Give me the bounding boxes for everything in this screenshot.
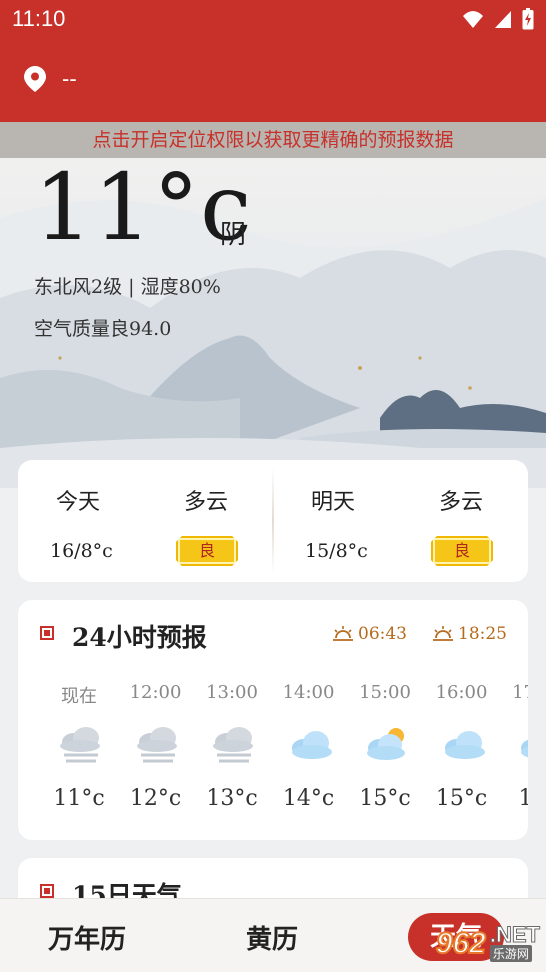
two-day-forecast-card[interactable]: 今天 多云 16/8°c 良 明天 多云 15/8°c 良 xyxy=(18,460,528,582)
watermark-sub: 乐游网 xyxy=(489,945,532,962)
hour-label: 16:00 xyxy=(435,682,488,703)
hour-item[interactable]: 17:00 15° xyxy=(495,682,528,832)
hour-label: 15:00 xyxy=(359,682,411,703)
day-today[interactable]: 今天 多云 16/8°c 良 xyxy=(18,460,273,582)
status-icons xyxy=(462,8,534,30)
sunrise: 06:43 xyxy=(332,624,407,644)
hour-item[interactable]: 14:00 14°c xyxy=(266,682,342,832)
overcast-icon xyxy=(209,724,259,766)
hour-item[interactable]: 13:00 13°c xyxy=(189,682,265,832)
day-tomorrow[interactable]: 明天 多云 15/8°c 良 xyxy=(273,460,528,582)
site-watermark: 962 .NET 乐游网 xyxy=(435,922,541,962)
sunset-time: 18:25 xyxy=(458,624,507,644)
day-weather: 多云 xyxy=(184,490,229,515)
current-weather-hero: 11°c 阴 东北风2级 | 湿度80% 空气质量良94.0 xyxy=(0,158,546,488)
bottom-tab-bar: 万年历 黄历 天气 962 .NET 乐游网 xyxy=(0,898,546,972)
day-temp-range: 15/8°c xyxy=(305,540,368,562)
signal-icon xyxy=(495,11,511,28)
hour-item[interactable]: 12:00 12°c xyxy=(113,682,189,832)
hour-label: 14:00 xyxy=(282,682,335,703)
aqi-badge: 良 xyxy=(431,536,493,566)
location-pin-icon[interactable] xyxy=(24,66,46,92)
overcast-icon xyxy=(56,724,106,766)
app-bar: -- xyxy=(0,40,546,122)
hour-item[interactable]: 现在 11°c xyxy=(36,682,112,832)
day-weather: 多云 xyxy=(439,490,484,515)
battery-icon xyxy=(522,8,534,30)
day-temp-range: 16/8°c xyxy=(50,540,113,562)
hour-temp: 14°c xyxy=(282,786,335,811)
air-quality: 空气质量良94.0 xyxy=(34,318,172,340)
hour-temp: 15° xyxy=(518,786,529,811)
status-bar: 11:10 xyxy=(0,0,546,40)
hour-label: 17:00 xyxy=(512,682,528,703)
section-marker-icon xyxy=(40,626,54,640)
cloudy-icon xyxy=(439,724,489,766)
hour-item[interactable]: 15:00 15°c xyxy=(342,682,418,832)
wind-humidity: 东北风2级 | 湿度80% xyxy=(34,276,221,298)
partly-cloudy-icon xyxy=(362,724,412,766)
cloudy-icon xyxy=(286,724,336,766)
hour-item[interactable]: 16:00 15°c xyxy=(419,682,495,832)
location-permission-notice[interactable]: 点击开启定位权限以获取更精确的预报数据 xyxy=(0,122,546,158)
wifi-icon xyxy=(463,11,483,28)
hourly-title: 24小时预报 xyxy=(72,623,207,652)
sunset-icon xyxy=(433,626,453,641)
hour-label: 13:00 xyxy=(206,682,258,703)
hourly-forecast-card: 24小时预报 06:43 18:25 现在 11°c 12:00 12°c 13:00 1… xyxy=(18,600,528,840)
status-time: 11:10 xyxy=(12,6,66,31)
overcast-icon xyxy=(133,724,183,766)
tab-calendar[interactable]: 万年历 xyxy=(48,919,126,956)
hourly-strip[interactable]: 现在 11°c 12:00 12°c 13:00 13°c 14:00 14°c 15:00 15… xyxy=(18,682,528,832)
watermark-brand: 962 xyxy=(435,926,487,961)
hour-label: 现在 xyxy=(61,686,97,707)
day-name: 今天 xyxy=(56,490,101,515)
day-name: 明天 xyxy=(311,490,356,515)
hour-label: 12:00 xyxy=(129,682,182,703)
hour-temp: 13°c xyxy=(206,786,258,811)
cloudy-icon xyxy=(515,724,528,766)
sunset: 18:25 xyxy=(432,624,507,644)
tab-almanac[interactable]: 黄历 xyxy=(246,919,298,956)
aqi-badge: 良 xyxy=(176,536,238,566)
hour-temp: 15°c xyxy=(359,786,411,811)
hour-temp: 11°c xyxy=(53,786,105,811)
hour-temp: 12°c xyxy=(129,786,182,811)
current-condition: 阴 xyxy=(220,220,247,250)
sunrise-time: 06:43 xyxy=(358,624,407,644)
hour-temp: 15°c xyxy=(435,786,488,811)
watermark-domain: .NET xyxy=(489,922,540,947)
location-label[interactable]: -- xyxy=(62,66,77,92)
section-marker-icon xyxy=(40,884,54,898)
sunrise-icon xyxy=(333,626,353,641)
